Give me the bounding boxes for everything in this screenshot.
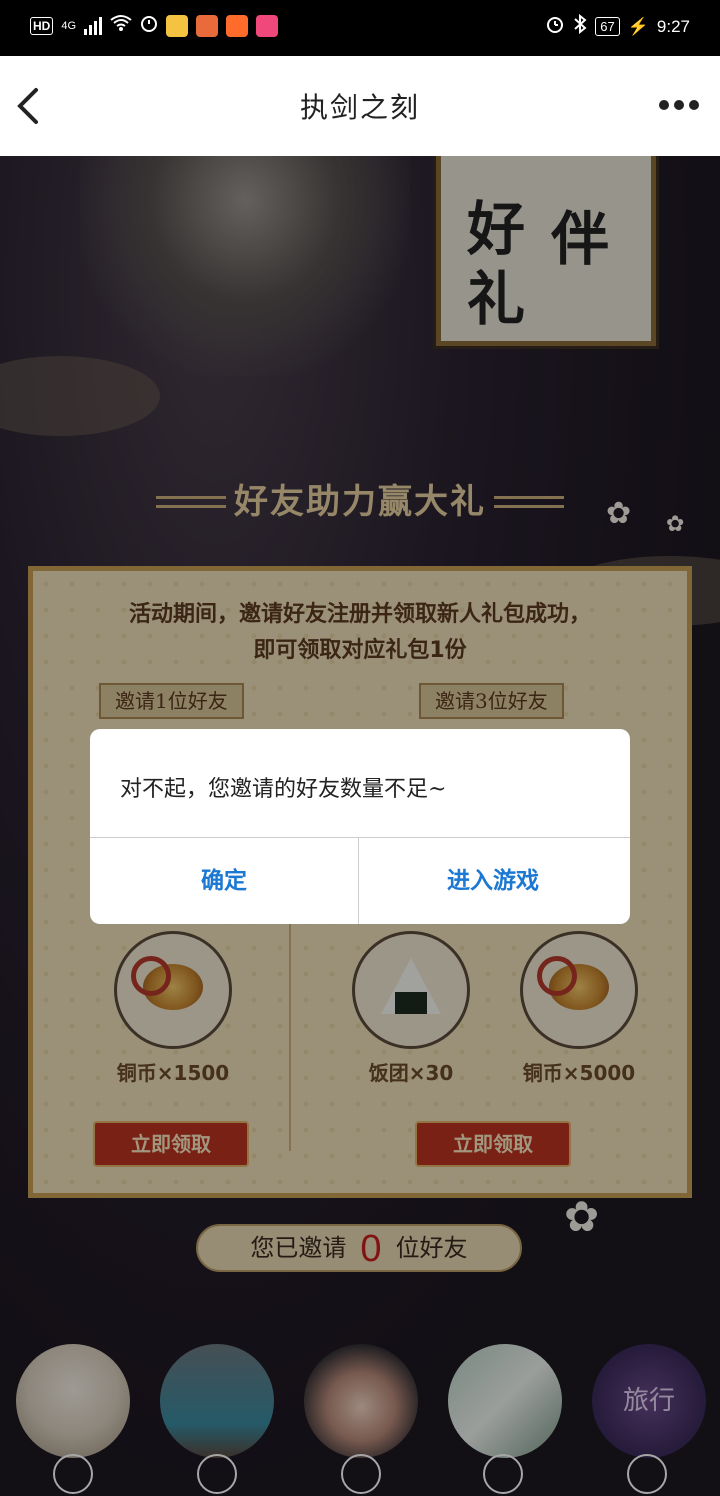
- timer-icon: [140, 14, 158, 37]
- confirm-button[interactable]: 确定: [90, 838, 358, 924]
- signal-icon: [84, 16, 103, 35]
- video-app-icon: [226, 14, 249, 37]
- clock-time: 9:27: [656, 16, 690, 36]
- app-header: 执剑之刻: [0, 56, 720, 156]
- more-options-icon[interactable]: [656, 92, 702, 118]
- hd-indicator: HD: [30, 16, 54, 35]
- enter-game-button[interactable]: 进入游戏: [359, 838, 627, 924]
- status-bar: HD 4G 67 ⚡ 9:27: [0, 0, 720, 56]
- alert-dialog: 对不起，您邀请的好友数量不足~ 确定 进入游戏: [90, 729, 630, 924]
- wifi-icon: [110, 14, 132, 37]
- network-type: 4G: [61, 19, 77, 32]
- alarm-icon: [545, 14, 565, 39]
- app-notification-icon: [256, 14, 279, 37]
- app-notification-icon: [166, 14, 189, 37]
- app-notification-icon: [196, 14, 219, 37]
- battery-level: 67: [595, 17, 620, 36]
- charging-icon: ⚡: [627, 16, 649, 36]
- dialog-message: 对不起，您邀请的好友数量不足~: [120, 777, 447, 802]
- bluetooth-icon: [573, 13, 587, 39]
- page-title: 执剑之刻: [299, 91, 420, 124]
